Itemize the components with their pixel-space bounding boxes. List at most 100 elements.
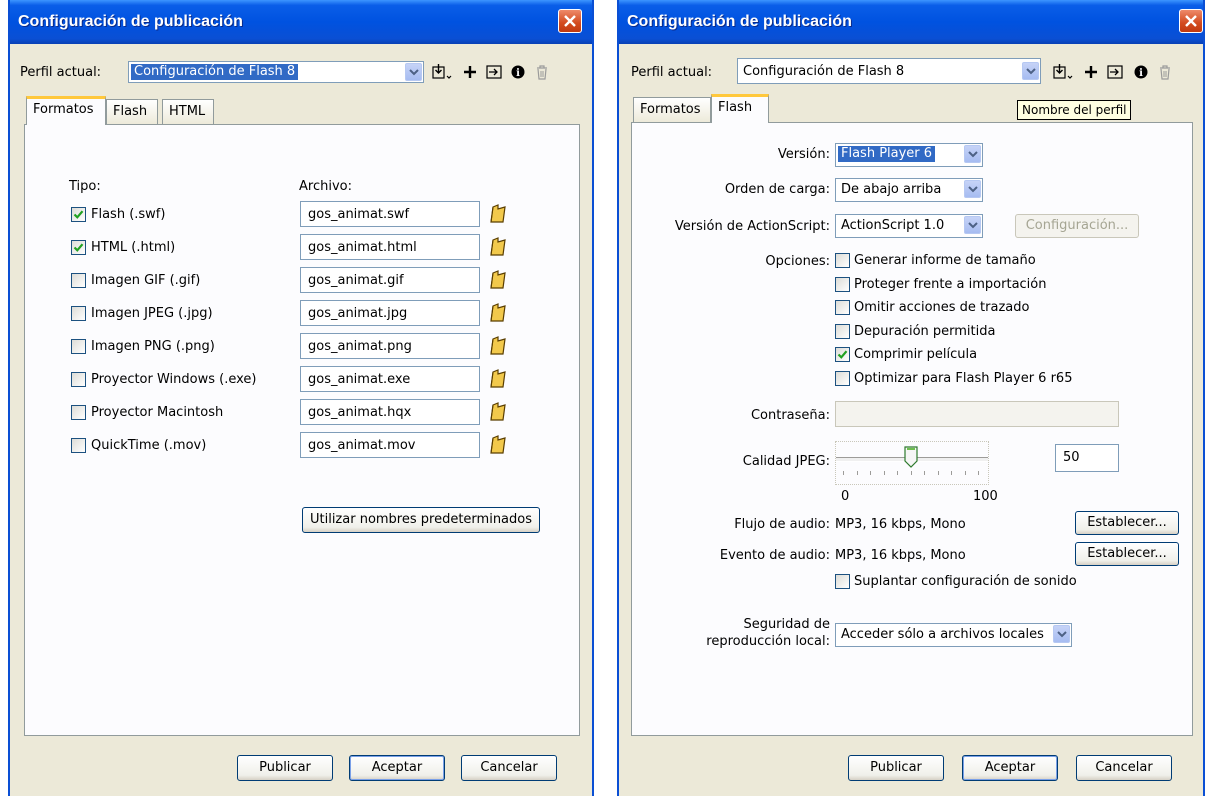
right-ok-button[interactable]: Aceptar xyxy=(962,755,1058,781)
right-tab-flash-label: Flash xyxy=(718,100,753,115)
left-title-bar[interactable]: Configuración de publicación xyxy=(10,0,592,44)
format-checkbox[interactable] xyxy=(71,306,86,321)
right-profile-info-button[interactable]: i xyxy=(1131,61,1151,83)
format-checkbox[interactable] xyxy=(71,273,86,288)
left-profile-label: Perfil actual: xyxy=(20,65,102,80)
left-tab-flash[interactable]: Flash xyxy=(106,99,158,125)
left-ok-label: Aceptar xyxy=(371,760,423,775)
option-label: Generar informe de tamaño xyxy=(854,253,1036,268)
audio-event-set-button[interactable]: Establecer... xyxy=(1075,542,1179,566)
audio-event-set-label: Establecer... xyxy=(1087,546,1167,561)
right-import-export-button[interactable] xyxy=(1051,61,1073,83)
right-profile-select[interactable]: Configuración de Flash 8 xyxy=(737,58,1041,84)
format-checkbox[interactable] xyxy=(71,438,86,453)
format-label: Imagen GIF (.gif) xyxy=(91,273,201,288)
format-file-input[interactable]: gos_animat.png xyxy=(300,333,480,359)
actionscript-config-button[interactable]: Configuración... xyxy=(1015,214,1139,238)
format-checkbox[interactable] xyxy=(71,339,86,354)
option-checkbox[interactable] xyxy=(835,276,850,292)
option-checkbox[interactable] xyxy=(835,370,850,386)
right-title-bar[interactable]: Configuración de publicación xyxy=(619,0,1203,44)
slider-thumb[interactable] xyxy=(903,446,918,468)
left-tab-formatos[interactable]: Formatos xyxy=(26,96,106,125)
load-order-select[interactable]: De abajo arriba xyxy=(835,178,983,202)
import-export-icon xyxy=(432,64,452,79)
folder-icon[interactable] xyxy=(489,204,507,224)
format-file-input[interactable]: gos_animat.html xyxy=(300,234,480,260)
right-profile-label: Perfil actual: xyxy=(631,65,713,80)
right-cancel-button[interactable]: Cancelar xyxy=(1076,755,1172,781)
jpeg-quality-slider[interactable] xyxy=(835,441,989,485)
format-checkbox[interactable] xyxy=(71,240,86,255)
right-close-button[interactable] xyxy=(1179,9,1203,33)
svg-text:i: i xyxy=(516,68,520,79)
option-checkbox[interactable] xyxy=(835,347,850,362)
left-tab-html-label: HTML xyxy=(169,104,206,119)
file-column-header: Archivo: xyxy=(299,179,352,194)
right-publish-button[interactable]: Publicar xyxy=(848,755,944,781)
folder-icon[interactable] xyxy=(489,369,507,389)
use-default-names-button[interactable]: Utilizar nombres predeterminados xyxy=(302,507,540,533)
format-checkbox[interactable] xyxy=(71,207,86,222)
folder-icon[interactable] xyxy=(489,336,507,356)
left-tab-formatos-label: Formatos xyxy=(33,102,94,117)
right-dialog: Configuración de publicación Perfil actu… xyxy=(617,0,1205,796)
format-file-input[interactable]: gos_animat.exe xyxy=(300,366,480,392)
security-label-line2: reproducción local: xyxy=(706,634,830,649)
right-duplicate-profile-button[interactable] xyxy=(1105,61,1125,83)
left-profile-value: Configuración de Flash 8 xyxy=(131,64,299,80)
actionscript-version-label: Versión de ActionScript: xyxy=(674,219,830,234)
right-tab-flash[interactable]: Flash xyxy=(711,94,769,123)
format-file-input[interactable]: gos_animat.jpg xyxy=(300,300,480,326)
right-add-profile-button[interactable] xyxy=(1081,61,1101,83)
left-profile-info-button[interactable]: i xyxy=(508,61,528,83)
right-delete-profile-button[interactable] xyxy=(1155,61,1175,83)
check-icon xyxy=(73,210,84,219)
override-sound-checkbox[interactable] xyxy=(835,574,850,589)
option-checkbox[interactable] xyxy=(835,253,850,268)
right-tab-formatos-label: Formatos xyxy=(640,102,701,117)
format-label: Proyector Macintosh xyxy=(91,405,224,420)
right-ok-label: Aceptar xyxy=(984,760,1036,775)
version-value: Flash Player 6 xyxy=(838,146,936,162)
password-field[interactable] xyxy=(835,401,1119,427)
version-select[interactable]: Flash Player 6 xyxy=(835,143,983,167)
format-checkbox[interactable] xyxy=(71,372,86,387)
jpeg-quality-input[interactable]: 50 xyxy=(1055,444,1119,472)
slider-tick xyxy=(924,471,925,475)
format-file-input[interactable]: gos_animat.mov xyxy=(300,432,480,458)
left-duplicate-profile-button[interactable] xyxy=(484,61,504,83)
folder-icon[interactable] xyxy=(489,435,507,455)
format-file-input[interactable]: gos_animat.hqx xyxy=(300,399,480,425)
left-add-profile-button[interactable] xyxy=(460,61,480,83)
profile-info-icon: i xyxy=(511,65,525,79)
folder-icon[interactable] xyxy=(489,303,507,323)
left-profile-select[interactable]: Configuración de Flash 8 xyxy=(128,61,424,83)
format-file-input[interactable]: gos_animat.swf xyxy=(300,201,480,227)
left-import-export-button[interactable] xyxy=(430,61,452,83)
chevron-down-icon xyxy=(1053,625,1070,643)
option-checkbox[interactable] xyxy=(835,323,850,339)
right-tab-formatos[interactable]: Formatos xyxy=(633,97,711,123)
delete-profile-icon xyxy=(537,65,547,80)
format-label: Imagen JPEG (.jpg) xyxy=(91,306,213,321)
left-close-button[interactable] xyxy=(558,9,582,33)
left-tab-html[interactable]: HTML xyxy=(162,99,214,125)
left-publish-button[interactable]: Publicar xyxy=(237,755,333,781)
left-cancel-button[interactable]: Cancelar xyxy=(461,755,557,781)
folder-icon[interactable] xyxy=(489,237,507,257)
slider-tick xyxy=(951,471,952,475)
option-label: Comprimir película xyxy=(854,347,978,362)
format-file-input[interactable]: gos_animat.gif xyxy=(300,267,480,293)
folder-icon[interactable] xyxy=(489,402,507,422)
audio-stream-set-button[interactable]: Establecer... xyxy=(1075,511,1179,535)
option-checkbox[interactable] xyxy=(835,300,850,315)
type-column-header: Tipo: xyxy=(69,179,101,194)
folder-icon[interactable] xyxy=(489,270,507,290)
duplicate-profile-icon xyxy=(486,65,502,79)
local-playback-security-select[interactable]: Acceder sólo a archivos locales xyxy=(835,623,1072,647)
left-ok-button[interactable]: Aceptar xyxy=(349,755,445,781)
format-checkbox[interactable] xyxy=(71,405,86,420)
actionscript-version-select[interactable]: ActionScript 1.0 xyxy=(835,214,983,238)
left-delete-profile-button[interactable] xyxy=(532,61,552,83)
